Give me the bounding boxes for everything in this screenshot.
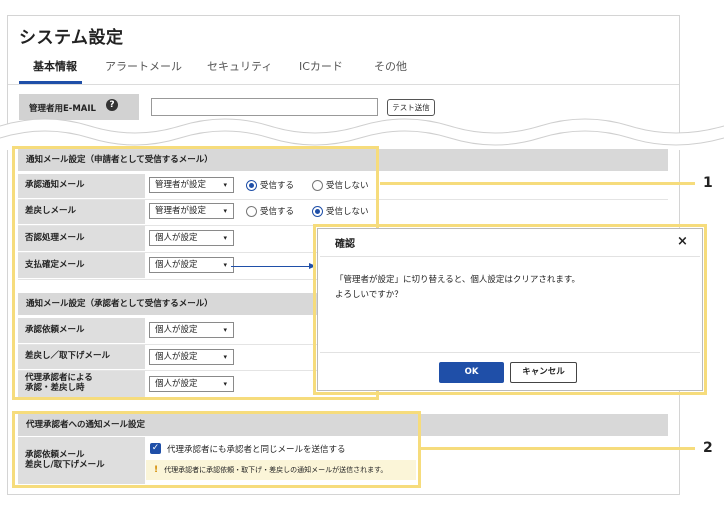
tab-other[interactable]: その他	[374, 58, 407, 74]
callout-line-2	[421, 447, 695, 450]
dialog-message-line1: 「管理者が設定」に切り替えると、個人設定はクリアされます。	[335, 275, 581, 285]
page-title: システム設定	[19, 28, 124, 48]
tab-divider	[8, 84, 679, 85]
highlight-box-2	[12, 411, 421, 488]
close-icon[interactable]: ×	[677, 234, 688, 249]
dialog-title: 確認	[335, 239, 355, 250]
tab-ic-card[interactable]: ICカード	[299, 58, 343, 74]
tab-alert-mail[interactable]: アラートメール	[105, 58, 182, 74]
tab-security[interactable]: セキュリティ	[207, 58, 272, 74]
dialog-divider-bottom	[320, 352, 700, 353]
help-icon[interactable]: ?	[106, 99, 118, 111]
tab-basic-info[interactable]: 基本情報	[33, 58, 77, 74]
dialog-divider-top	[320, 256, 700, 257]
callout-number-2: 2	[703, 440, 713, 456]
cancel-button[interactable]: キャンセル	[510, 362, 577, 383]
callout-line-1	[380, 182, 695, 185]
dialog-message-line2: よろしいですか？	[335, 290, 403, 300]
ok-button[interactable]: OK	[439, 362, 504, 383]
callout-number-1: 1	[703, 175, 713, 191]
torn-edge-divider	[0, 118, 724, 150]
